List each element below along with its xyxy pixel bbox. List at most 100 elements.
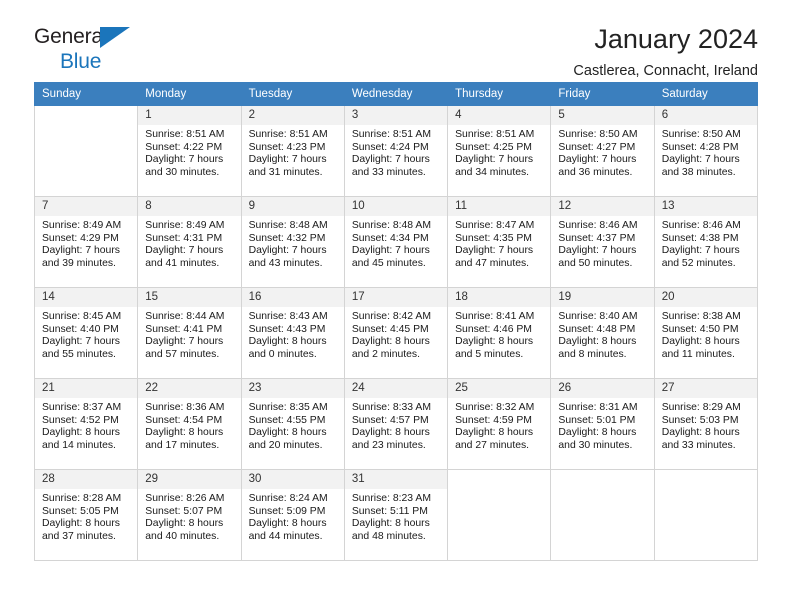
sunrise-text: Sunrise: 8:29 AM: [661, 402, 741, 413]
sunset-text: Sunset: 4:59 PM: [455, 414, 532, 426]
sunrise-text: Sunrise: 8:23 AM: [351, 493, 431, 504]
daylight-text-line2: and 2 minutes.: [351, 348, 421, 360]
day-number: 31: [344, 470, 448, 489]
day-cell[interactable]: 30 Sunrise: 8:24 AM Sunset: 5:09 PM Dayligh…: [240, 469, 345, 561]
day-cell[interactable]: 3 Sunrise: 8:51 AM Sunset: 4:24 PM Daylight…: [343, 105, 449, 197]
day-details: Sunrise: 8:36 AM Sunset: 4:54 PM Daylight:…: [138, 398, 240, 452]
sunrise-text: Sunrise: 8:40 AM: [558, 311, 638, 322]
day-cell[interactable]: 1 Sunrise: 8:51 AM Sunset: 4:22 PM Daylight…: [137, 105, 242, 197]
day-details: Sunrise: 8:26 AM Sunset: 5:07 PM Daylight:…: [138, 489, 240, 543]
sunset-text: Sunset: 5:07 PM: [145, 505, 223, 517]
day-cell[interactable]: 17 Sunrise: 8:42 AM Sunset: 4:45 PM Dayligh…: [343, 287, 449, 379]
day-number: 22: [138, 379, 241, 398]
day-cell[interactable]: 22 Sunrise: 8:36 AM Sunset: 4:54 PM Dayligh…: [137, 378, 242, 470]
day-details: Sunrise: 8:41 AM Sunset: 4:46 PM Daylight:…: [448, 307, 550, 361]
daylight-text-line2: and 0 minutes.: [248, 348, 317, 360]
daylight-text-line1: Daylight: 7 hours: [558, 154, 637, 166]
day-number: 13: [654, 197, 757, 216]
daylight-text-line1: Daylight: 7 hours: [145, 245, 224, 257]
sunrise-text: Sunrise: 8:28 AM: [42, 493, 122, 504]
calendar-week-row: 14 Sunrise: 8:45 AM Sunset: 4:40 PM Dayligh…: [33, 287, 759, 379]
day-cell[interactable]: 10 Sunrise: 8:48 AM Sunset: 4:34 PM Dayligh…: [343, 196, 449, 288]
sunrise-text: Sunrise: 8:38 AM: [661, 311, 741, 322]
daylight-text-line2: and 17 minutes.: [145, 439, 220, 451]
day-cell[interactable]: 11 Sunrise: 8:47 AM Sunset: 4:35 PM Dayligh…: [447, 196, 552, 288]
day-cell[interactable]: 29 Sunrise: 8:26 AM Sunset: 5:07 PM Dayligh…: [137, 469, 242, 561]
day-cell[interactable]: 4 Sunrise: 8:51 AM Sunset: 4:25 PM Daylight…: [447, 105, 552, 197]
daylight-text-line1: Daylight: 7 hours: [42, 245, 120, 257]
day-cell[interactable]: 14 Sunrise: 8:45 AM Sunset: 4:40 PM Dayligh…: [33, 287, 139, 379]
day-details: Sunrise: 8:29 AM Sunset: 5:03 PM Daylight:…: [655, 398, 757, 452]
daylight-text-line1: Daylight: 8 hours: [145, 427, 224, 439]
sunset-text: Sunset: 4:29 PM: [42, 232, 119, 244]
sunrise-text: Sunrise: 8:24 AM: [248, 493, 328, 504]
sunset-text: Sunset: 5:11 PM: [351, 505, 428, 517]
sunset-text: Sunset: 4:25 PM: [455, 141, 532, 153]
daylight-text-line2: and 48 minutes.: [351, 530, 426, 542]
daylight-text-line1: Daylight: 8 hours: [145, 518, 224, 530]
daylight-text-line1: Daylight: 8 hours: [661, 427, 740, 439]
day-cell[interactable]: 13 Sunrise: 8:46 AM Sunset: 4:38 PM Dayligh…: [653, 196, 759, 288]
day-cell[interactable]: 2 Sunrise: 8:51 AM Sunset: 4:23 PM Daylight…: [240, 105, 345, 197]
day-cell[interactable]: 25 Sunrise: 8:32 AM Sunset: 4:59 PM Dayligh…: [447, 378, 552, 470]
sunset-text: Sunset: 5:05 PM: [42, 505, 119, 517]
day-number: 20: [654, 288, 757, 307]
day-cell[interactable]: 21 Sunrise: 8:37 AM Sunset: 4:52 PM Dayligh…: [33, 378, 139, 470]
day-cell[interactable]: 23 Sunrise: 8:35 AM Sunset: 4:55 PM Dayligh…: [240, 378, 345, 470]
page-subtitle: Castlerea, Connacht, Ireland: [573, 63, 758, 79]
daylight-text-line1: Daylight: 7 hours: [248, 154, 327, 166]
day-cell[interactable]: 24 Sunrise: 8:33 AM Sunset: 4:57 PM Dayligh…: [343, 378, 449, 470]
day-cell[interactable]: 27 Sunrise: 8:29 AM Sunset: 5:03 PM Dayligh…: [653, 378, 759, 470]
sunrise-text: Sunrise: 8:36 AM: [145, 402, 225, 413]
sunrise-text: Sunrise: 8:48 AM: [248, 220, 328, 231]
day-cell[interactable]: 15 Sunrise: 8:44 AM Sunset: 4:41 PM Dayligh…: [137, 287, 242, 379]
daylight-text-line1: Daylight: 7 hours: [351, 245, 430, 257]
day-details: Sunrise: 8:49 AM Sunset: 4:31 PM Daylight:…: [138, 216, 240, 270]
calendar-week-row: 7 Sunrise: 8:49 AM Sunset: 4:29 PM Daylight…: [33, 196, 759, 288]
weekday-header-wednesday: Wednesday: [343, 82, 449, 106]
sunset-text: Sunset: 4:31 PM: [145, 232, 223, 244]
day-cell[interactable]: 16 Sunrise: 8:43 AM Sunset: 4:43 PM Dayligh…: [240, 287, 345, 379]
logo-blue-label: Blue: [60, 50, 102, 73]
daylight-text-line1: Daylight: 8 hours: [248, 336, 327, 348]
daylight-text-line1: Daylight: 8 hours: [248, 427, 327, 439]
day-number: 10: [344, 197, 448, 216]
sunrise-text: Sunrise: 8:47 AM: [455, 220, 535, 231]
calendar-grid: Sunday Monday Tuesday Wednesday Thursday…: [33, 82, 759, 561]
daylight-text-line2: and 5 minutes.: [455, 348, 524, 360]
day-cell[interactable]: 5 Sunrise: 8:50 AM Sunset: 4:27 PM Daylight…: [550, 105, 655, 197]
day-number: 17: [344, 288, 448, 307]
daylight-text-line1: Daylight: 8 hours: [248, 518, 327, 530]
day-cell[interactable]: 18 Sunrise: 8:41 AM Sunset: 4:46 PM Dayligh…: [447, 287, 552, 379]
day-cell[interactable]: 20 Sunrise: 8:38 AM Sunset: 4:50 PM Dayligh…: [653, 287, 759, 379]
daylight-text-line1: Daylight: 7 hours: [351, 154, 430, 166]
daylight-text-line1: Daylight: 8 hours: [455, 336, 534, 348]
day-details: Sunrise: 8:42 AM Sunset: 4:45 PM Daylight:…: [345, 307, 447, 361]
day-cell[interactable]: 26 Sunrise: 8:31 AM Sunset: 5:01 PM Dayligh…: [550, 378, 655, 470]
day-cell[interactable]: 8 Sunrise: 8:49 AM Sunset: 4:31 PM Daylight…: [137, 196, 242, 288]
day-cell[interactable]: 31 Sunrise: 8:23 AM Sunset: 5:11 PM Dayligh…: [343, 469, 449, 561]
daylight-text-line2: and 27 minutes.: [455, 439, 530, 451]
day-details: Sunrise: 8:24 AM Sunset: 5:09 PM Daylight:…: [242, 489, 344, 543]
day-details: Sunrise: 8:51 AM Sunset: 4:24 PM Daylight:…: [345, 125, 447, 179]
general-blue-logo: General Blue: [34, 26, 154, 78]
sunset-text: Sunset: 4:57 PM: [351, 414, 429, 426]
day-number: 3: [344, 106, 448, 125]
day-details: Sunrise: 8:47 AM Sunset: 4:35 PM Daylight:…: [448, 216, 550, 270]
day-cell[interactable]: 7 Sunrise: 8:49 AM Sunset: 4:29 PM Daylight…: [33, 196, 139, 288]
daylight-text-line2: and 50 minutes.: [558, 257, 633, 269]
day-cell[interactable]: 6 Sunrise: 8:50 AM Sunset: 4:28 PM Daylight…: [653, 105, 759, 197]
daylight-text-line1: Daylight: 7 hours: [661, 245, 740, 257]
day-cell[interactable]: 19 Sunrise: 8:40 AM Sunset: 4:48 PM Dayligh…: [550, 287, 655, 379]
logo-text-general: General: [34, 26, 154, 50]
calendar-page: General Blue January 2024 Castlerea, Con…: [0, 0, 792, 612]
day-details: Sunrise: 8:48 AM Sunset: 4:34 PM Daylight:…: [345, 216, 447, 270]
day-cell[interactable]: 9 Sunrise: 8:48 AM Sunset: 4:32 PM Daylight…: [240, 196, 345, 288]
sunset-text: Sunset: 4:35 PM: [455, 232, 532, 244]
sunset-text: Sunset: 5:09 PM: [248, 505, 326, 517]
day-cell[interactable]: 12 Sunrise: 8:46 AM Sunset: 4:37 PM Dayligh…: [550, 196, 655, 288]
sunrise-text: Sunrise: 8:51 AM: [145, 129, 225, 140]
day-cell[interactable]: 28 Sunrise: 8:28 AM Sunset: 5:05 PM Dayligh…: [33, 469, 139, 561]
sunrise-text: Sunrise: 8:37 AM: [42, 402, 122, 413]
day-number-empty: [35, 106, 138, 125]
